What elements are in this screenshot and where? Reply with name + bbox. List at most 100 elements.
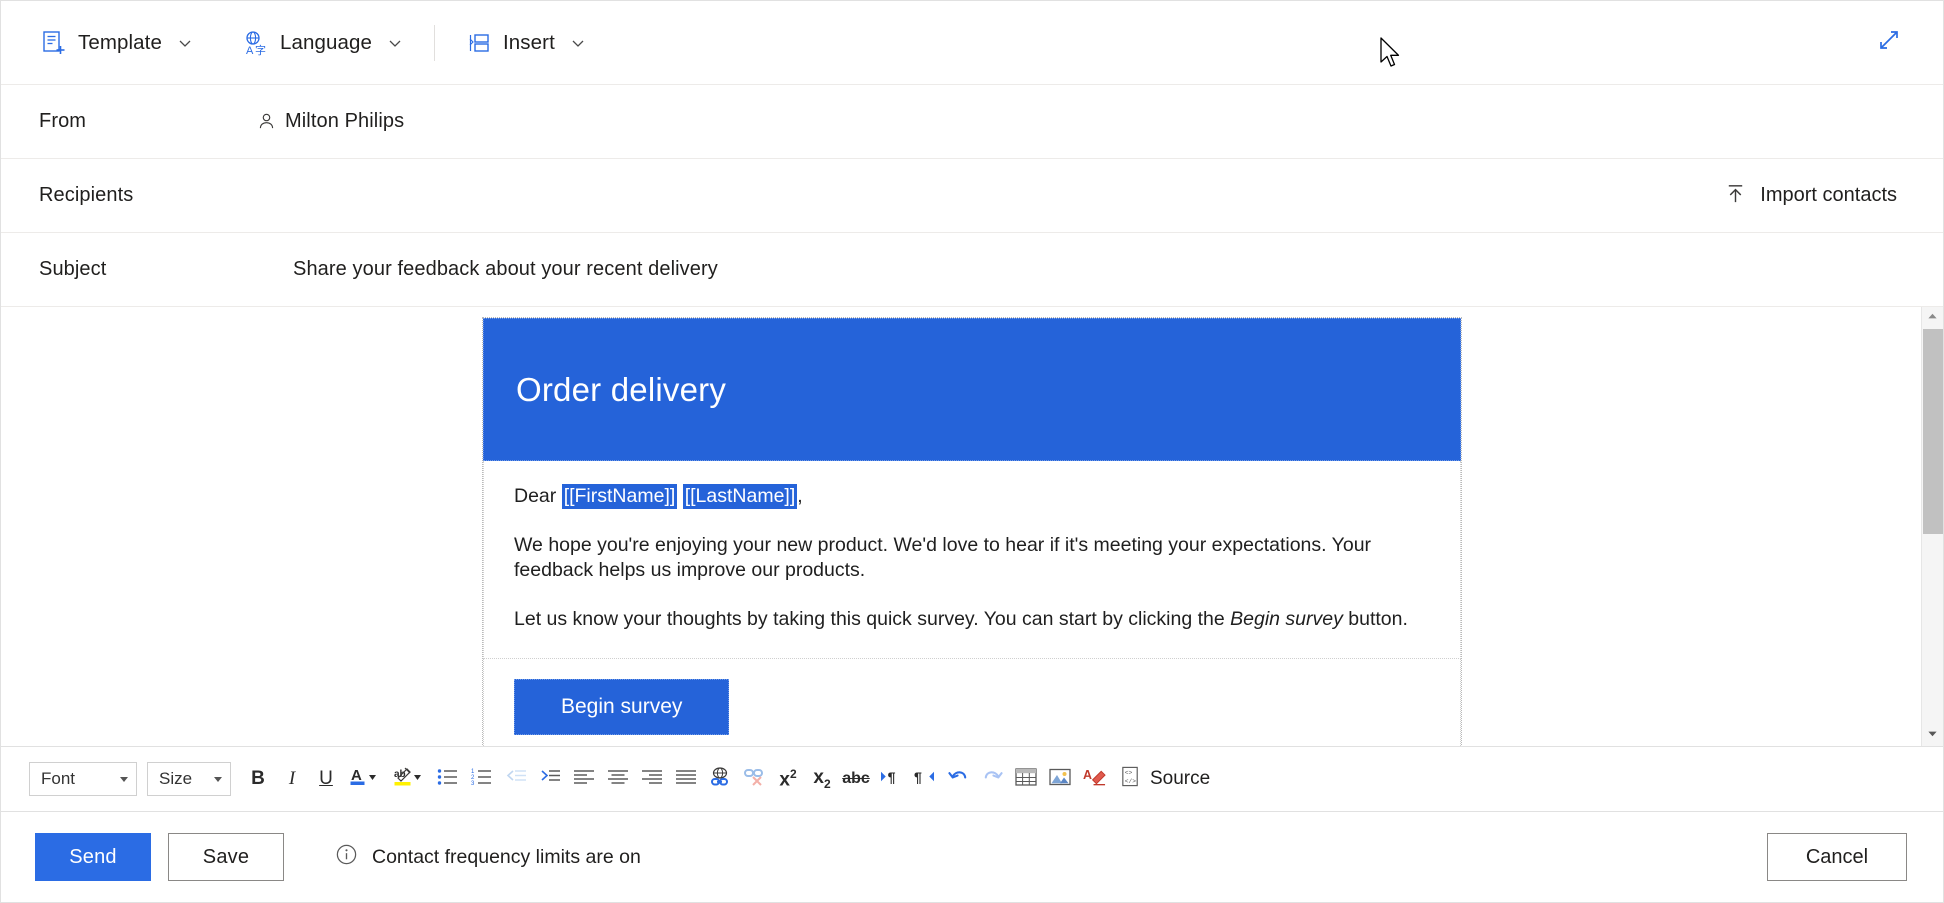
- insert-image-button[interactable]: [1043, 760, 1077, 798]
- source-button[interactable]: <> </> Source: [1111, 760, 1218, 798]
- numbered-list-button[interactable]: 1 2 3: [465, 760, 499, 798]
- subscript-button[interactable]: x2: [805, 760, 839, 798]
- email-editor-canvas[interactable]: Order delivery Dear [[FirstName]] [[Last…: [1, 307, 1943, 746]
- svg-text:</>: </>: [1125, 778, 1136, 785]
- insert-image-icon: [1049, 767, 1071, 792]
- from-value[interactable]: Milton Philips: [257, 110, 404, 133]
- text-direction-rtl-button[interactable]: ¶: [907, 760, 941, 798]
- save-button[interactable]: Save: [168, 833, 284, 881]
- insert-label: Insert: [503, 31, 555, 55]
- from-row[interactable]: From Milton Philips: [1, 85, 1943, 159]
- email-body[interactable]: Dear [[FirstName]] [[LastName]], We hope…: [483, 461, 1461, 659]
- subject-input[interactable]: Share your feedback about your recent de…: [257, 258, 718, 281]
- scrollbar-thumb[interactable]: [1923, 329, 1943, 534]
- font-size-select[interactable]: Size: [147, 762, 231, 796]
- greeting-prefix: Dear: [514, 485, 562, 507]
- token-lastname[interactable]: [[LastName]]: [683, 484, 798, 509]
- text-direction-ltr-button[interactable]: ¶: [873, 760, 907, 798]
- email-paragraph-2: Let us know your thoughts by taking this…: [514, 607, 1430, 633]
- email-hero-title: Order delivery: [516, 371, 726, 409]
- cancel-button[interactable]: Cancel: [1767, 833, 1907, 881]
- token-firstname[interactable]: [[FirstName]]: [562, 484, 678, 509]
- justify-button[interactable]: [669, 760, 703, 798]
- underline-button[interactable]: U: [309, 760, 343, 798]
- language-icon: A 字: [243, 30, 269, 56]
- email-hero-banner[interactable]: Order delivery: [483, 318, 1461, 461]
- scrollbar-track[interactable]: [1922, 329, 1944, 724]
- insert-table-button[interactable]: [1009, 760, 1043, 798]
- subject-row[interactable]: Subject Share your feedback about your r…: [1, 233, 1943, 307]
- insert-link-button[interactable]: [703, 760, 737, 798]
- underline-icon: U: [319, 768, 333, 790]
- chevron-down-icon: [387, 35, 403, 51]
- from-sender-name: Milton Philips: [285, 110, 404, 133]
- paragraph-2-pre: Let us know your thoughts by taking this…: [514, 608, 1230, 630]
- caret-up-icon: [1927, 309, 1938, 327]
- numbered-list-icon: 1 2 3: [471, 768, 493, 791]
- email-greeting: Dear [[FirstName]] [[LastName]],: [514, 484, 1430, 510]
- insert-menu-button[interactable]: Insert: [452, 17, 600, 69]
- strikethrough-button[interactable]: abc: [839, 760, 873, 798]
- italic-button[interactable]: I: [275, 760, 309, 798]
- svg-text:A: A: [1083, 767, 1092, 781]
- template-menu-button[interactable]: Template: [27, 17, 207, 69]
- svg-text:A: A: [351, 767, 362, 784]
- remove-link-button[interactable]: [737, 760, 771, 798]
- begin-survey-button[interactable]: Begin survey: [514, 679, 729, 735]
- template-icon: [41, 30, 67, 56]
- text-direction-ltr-icon: ¶: [879, 767, 902, 791]
- bulleted-list-icon: [437, 768, 459, 791]
- import-contacts-button[interactable]: Import contacts: [1714, 174, 1907, 218]
- chevron-down-icon: [570, 35, 586, 51]
- send-button[interactable]: Send: [35, 833, 151, 881]
- font-family-select[interactable]: Font: [29, 762, 137, 796]
- person-icon: [257, 112, 276, 131]
- paragraph-2-emphasis: Begin survey: [1230, 608, 1343, 630]
- increase-indent-button[interactable]: [533, 760, 567, 798]
- email-composer-window: Template A 字 Language: [0, 0, 1944, 903]
- align-center-button[interactable]: [601, 760, 635, 798]
- bulleted-list-button[interactable]: [431, 760, 465, 798]
- source-label: Source: [1150, 768, 1210, 790]
- scroll-up-button[interactable]: [1922, 307, 1944, 329]
- insert-link-icon: [709, 766, 731, 793]
- insert-icon: [466, 30, 492, 56]
- redo-icon: [981, 765, 1004, 793]
- frequency-limit-text: Contact frequency limits are on: [372, 846, 641, 869]
- highlight-color-button[interactable]: ab: [387, 760, 431, 798]
- info-circle-icon: [335, 843, 358, 871]
- language-label: Language: [280, 31, 372, 55]
- email-template-card[interactable]: Order delivery Dear [[FirstName]] [[Last…: [482, 317, 1462, 746]
- expand-diagonal-icon: [1877, 28, 1901, 57]
- remove-format-button[interactable]: A: [1077, 760, 1111, 798]
- editor-vertical-scrollbar[interactable]: [1921, 307, 1943, 746]
- subscript-icon: x2: [813, 767, 830, 791]
- toolbar-divider: [434, 25, 435, 61]
- svg-text:<>: <>: [1125, 770, 1133, 777]
- text-color-button[interactable]: A: [343, 760, 387, 798]
- recipients-row[interactable]: Recipients Import contacts: [1, 159, 1943, 233]
- email-cta-section[interactable]: Begin survey: [483, 659, 1461, 746]
- decrease-indent-icon: [505, 768, 527, 791]
- subject-label: Subject: [39, 258, 257, 281]
- scroll-down-button[interactable]: [1922, 724, 1944, 746]
- align-right-button[interactable]: [635, 760, 669, 798]
- from-label: From: [39, 110, 257, 133]
- paragraph-2-post: button.: [1343, 608, 1408, 630]
- remove-format-icon: A: [1083, 766, 1106, 793]
- highlight-color-icon: ab: [394, 765, 424, 794]
- undo-button[interactable]: [941, 760, 975, 798]
- language-menu-button[interactable]: A 字 Language: [229, 17, 417, 69]
- align-left-icon: [573, 768, 595, 791]
- text-direction-rtl-icon: ¶: [913, 767, 936, 791]
- align-left-button[interactable]: [567, 760, 601, 798]
- redo-button[interactable]: [975, 760, 1009, 798]
- decrease-indent-button[interactable]: [499, 760, 533, 798]
- bold-button[interactable]: B: [241, 760, 275, 798]
- superscript-button[interactable]: x2: [771, 760, 805, 798]
- rich-text-format-toolbar: Font Size B I U A ab: [1, 746, 1943, 812]
- strikethrough-icon: abc: [842, 770, 870, 788]
- superscript-icon: x2: [779, 767, 796, 791]
- remove-link-icon: [743, 766, 765, 793]
- expand-editor-button[interactable]: [1869, 23, 1909, 63]
